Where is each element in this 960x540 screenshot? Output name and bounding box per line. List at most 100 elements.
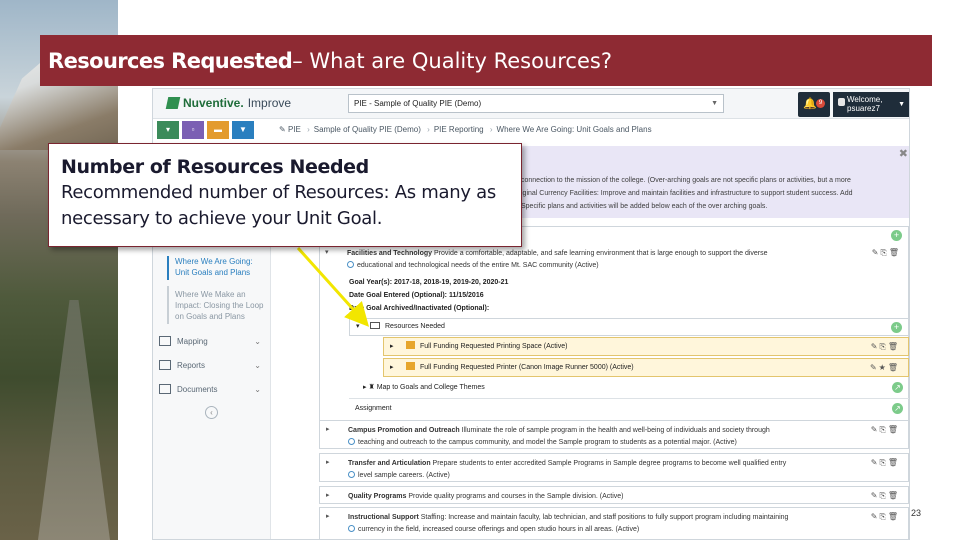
folder-icon (370, 322, 380, 329)
notification-badge: 9 (816, 99, 825, 108)
breadcrumb-item[interactable]: PIE (288, 125, 301, 134)
goal-row[interactable]: ▸ Transfer and Articulation Prepare stud… (319, 453, 909, 482)
goal-desc: teaching and outreach to the campus comm… (358, 439, 737, 446)
resources-needed-row[interactable]: ▾ Resources Needed + (349, 318, 909, 336)
goal-desc: Prepare students to enter accredited Sam… (432, 460, 787, 467)
sidebar-item-unit-goals[interactable]: Where We Are Going: Unit Goals and Plans (175, 256, 267, 278)
goal-desc: educational and technological needs of t… (357, 262, 599, 269)
breadcrumb: ✎ PIE › Sample of Quality PIE (Demo) › PIE… (279, 125, 652, 134)
info-line: Specific plans and activities will be ad… (521, 203, 768, 210)
callout-body: Recommended number of Resources: As many… (61, 182, 496, 229)
chevron-right-icon[interactable]: ▸ (326, 491, 330, 499)
document-icon (406, 362, 415, 370)
logo-icon (165, 97, 181, 109)
chevron-right-icon: ▸ (390, 343, 394, 350)
chevron-down-icon: ▾ (356, 323, 360, 330)
slide-title: Resources Requested – What are Quality R… (40, 35, 932, 86)
assignment-label: Assignment (355, 405, 392, 412)
resource-item[interactable]: ▸ Full Funding Requested Printer (Canon … (383, 358, 909, 377)
assignment-row[interactable]: Assignment ↗ (349, 398, 909, 418)
breadcrumb-sep: › (489, 125, 493, 134)
goal-desc: Provide quality programs and courses in … (408, 493, 624, 500)
map-icon: ♜ (368, 384, 377, 391)
goal-title: Instructional Support (348, 514, 419, 521)
sidebar-item-mapping[interactable]: Mapping ⌄ (159, 330, 267, 352)
row-actions[interactable]: ✎⎘🗑 (871, 458, 900, 468)
status-icon (347, 261, 354, 268)
close-icon[interactable]: ✖ (899, 148, 908, 161)
goal-row[interactable]: ▸ Quality Programs Provide quality progr… (319, 486, 909, 504)
goal-row[interactable]: ▸ Campus Promotion and Outreach Illumina… (319, 420, 909, 449)
goal-row[interactable]: ▸ Instructional Support Staffing: Increa… (319, 507, 909, 539)
callout-box: Number of Resources Needed Recommended n… (48, 143, 522, 247)
row-actions[interactable]: ✎⎘🗑 (871, 425, 900, 435)
row-actions[interactable]: ✎⎘🗑 (871, 491, 900, 501)
breadcrumb-item[interactable]: PIE Reporting (434, 125, 484, 134)
date-archived: Date Goal Archived/Inactivated (Optional… (349, 305, 490, 312)
plan-select[interactable]: PIE - Sample of Quality PIE (Demo) ▼ (348, 94, 724, 113)
sidebar-item-label: Reports (177, 360, 206, 370)
toolbar-button-3[interactable]: ▬ (207, 121, 229, 139)
plan-select-value: PIE - Sample of Quality PIE (Demo) (354, 99, 482, 108)
resources-needed-label: Resources Needed (385, 323, 445, 330)
link-icon[interactable]: ↗ (892, 403, 903, 414)
link-icon[interactable]: ↗ (892, 382, 903, 393)
road-image (38, 300, 110, 540)
chevron-right-icon[interactable]: ▸ (326, 458, 330, 466)
goal-desc: currency in the field, increased course … (358, 526, 640, 533)
folder-icon (159, 384, 171, 394)
date-entered: Date Goal Entered (Optional): 11/15/2016 (349, 292, 484, 299)
goal-text: Transfer and Articulation Prepare studen… (348, 458, 848, 482)
breadcrumb-item[interactable]: Where We Are Going: Unit Goals and Plans (497, 125, 652, 134)
app-topbar: Nuventive. Improve PIE - Sample of Qualit… (153, 89, 909, 119)
row-actions[interactable]: ✎⎘🗑 (871, 512, 900, 522)
notifications-button[interactable]: 🔔 9 (798, 92, 830, 117)
inactive-marker (167, 286, 169, 324)
row-actions[interactable]: ✎★🗑 (870, 359, 900, 376)
sidebar-item-label: Documents (177, 384, 218, 394)
goal-title: Quality Programs (348, 493, 407, 500)
slide-title-rest: – What are Quality Resources? (292, 48, 612, 73)
add-icon[interactable]: + (891, 322, 902, 333)
goal-text: Instructional Support Staffing: Increase… (348, 512, 848, 536)
filter-button[interactable]: ▼ (232, 121, 254, 139)
bell-icon: 🔔 (803, 98, 817, 110)
chevron-down-icon: ⌄ (254, 360, 261, 370)
sidebar-item-reports[interactable]: Reports ⌄ (159, 354, 267, 376)
info-line: connection to the mission of the college… (521, 177, 851, 184)
add-icon[interactable]: + (891, 230, 902, 241)
toolbar-button-1[interactable]: ▾ (157, 121, 179, 139)
logo-product: Improve (247, 96, 292, 110)
map-goals-row[interactable]: ▸ ♜ Map to Goals and College Themes ↗ (349, 378, 909, 398)
sidebar-item-impact[interactable]: Where We Make an Impact: Closing the Loo… (175, 289, 267, 322)
document-icon (406, 341, 415, 349)
user-icon (838, 98, 845, 106)
resource-item-label: Full Funding Requested Printer (Canon Im… (420, 364, 634, 371)
row-actions[interactable]: ✎⎘🗑 (872, 248, 901, 258)
sidebar-item-documents[interactable]: Documents ⌄ (159, 378, 267, 400)
map-label: Map to Goals and College Themes (376, 384, 485, 391)
toolbar: ▾ ▫ ▬ ▼ (157, 121, 254, 141)
chevron-right-icon[interactable]: ▸ (326, 425, 330, 433)
goal-facilities-header[interactable]: ▾ Facilities and Technology Provide a co… (319, 244, 909, 274)
logo-brand: Nuventive. (183, 96, 244, 110)
user-menu[interactable]: Welcome, psuarez7 ▼ (833, 92, 909, 117)
chevron-right-icon[interactable]: ▸ (326, 512, 330, 520)
chevron-down-icon[interactable]: ▾ (325, 248, 329, 256)
breadcrumb-item[interactable]: Sample of Quality PIE (Demo) (314, 125, 421, 134)
collapse-sidebar-button[interactable]: ‹ (205, 406, 218, 419)
sidebar-item-label: Mapping (177, 336, 208, 346)
toolbar-button-2[interactable]: ▫ (182, 121, 204, 139)
resource-item[interactable]: ▸ Full Funding Requested Printing Space … (383, 337, 909, 356)
goal-desc: Illuminate the role of sample program in… (461, 427, 770, 434)
goal-title: Facilities and Technology (347, 250, 433, 257)
app-logo[interactable]: Nuventive. Improve (165, 96, 292, 110)
pencil-icon: ✎ (279, 125, 288, 134)
chevron-down-icon: ▼ (711, 100, 718, 107)
resource-item-label: Full Funding Requested Printing Space (A… (420, 343, 568, 350)
active-marker (167, 256, 169, 280)
mapping-icon (159, 336, 171, 346)
goal-desc: Staffing: Increase and maintain faculty,… (420, 514, 789, 521)
breadcrumb-sep: › (307, 125, 310, 134)
row-actions[interactable]: ✎⎘🗑 (871, 338, 900, 355)
